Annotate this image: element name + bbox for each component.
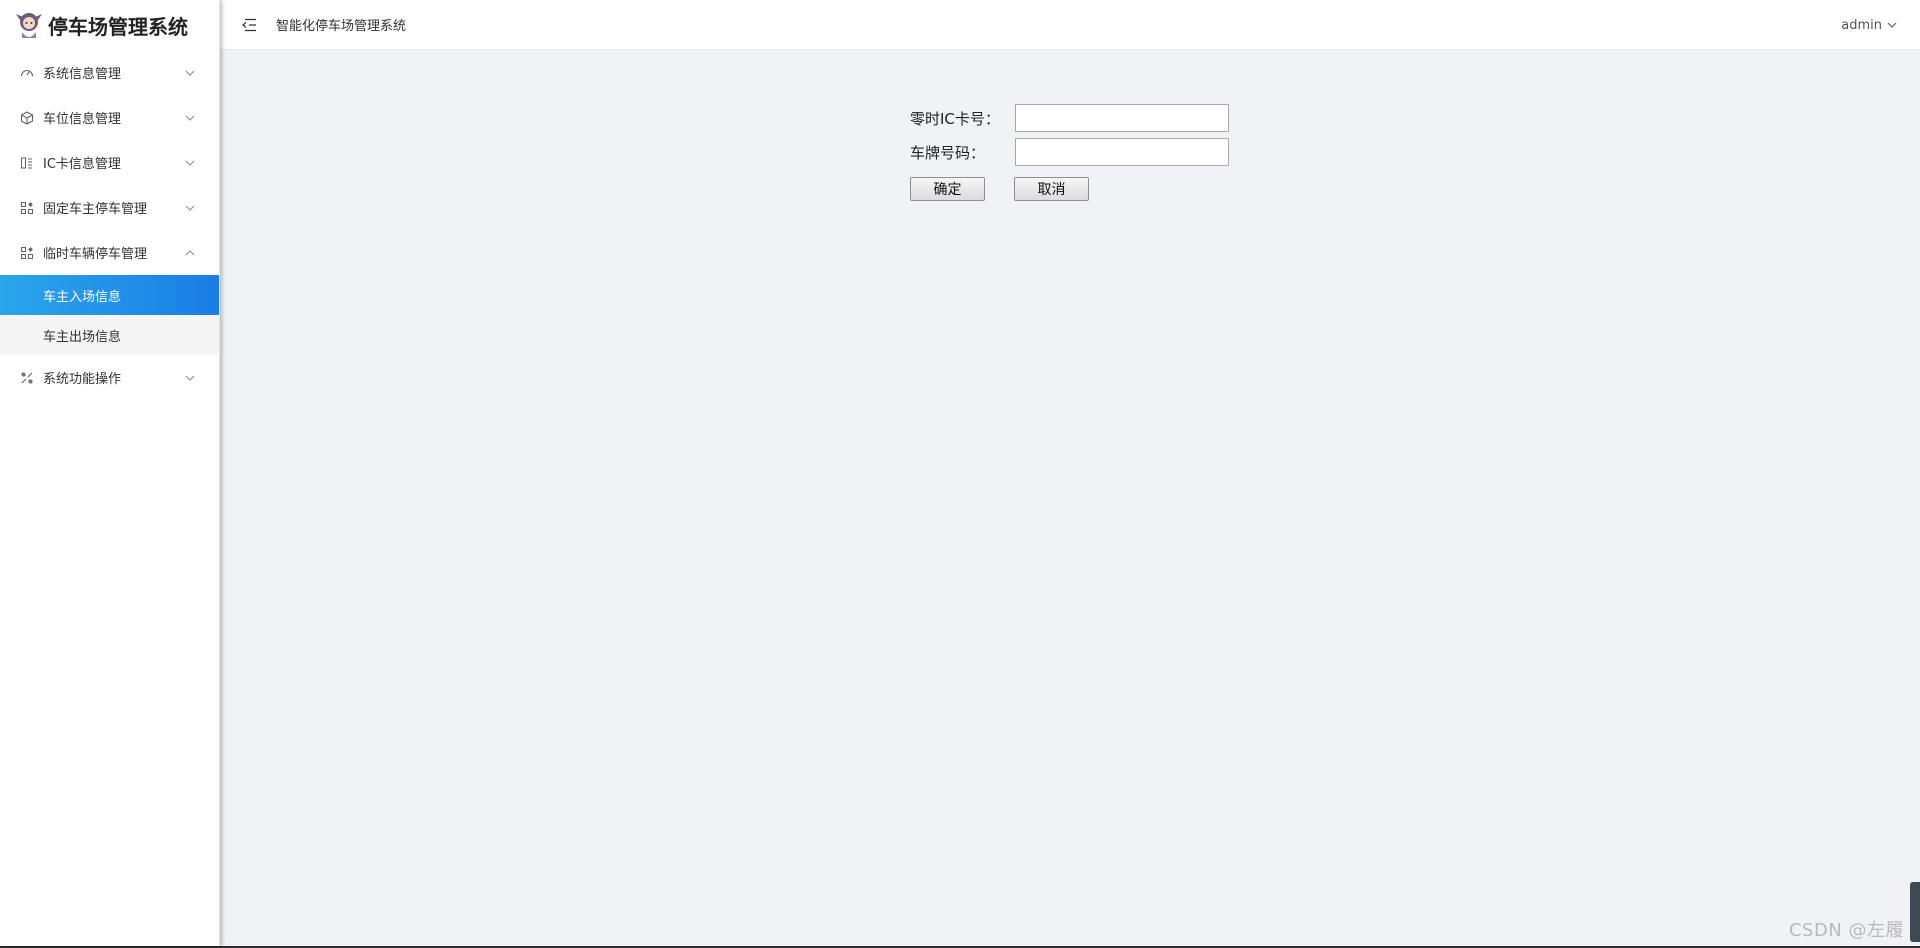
cancel-button[interactable]: 取消: [1014, 177, 1089, 201]
chevron-up-icon: [183, 246, 197, 260]
grid-icon: [20, 201, 34, 215]
app-root: 停车场管理系统 系统信息管理 车位信息管理 IC卡信息管理 固定车主停车管理 临…: [0, 0, 1920, 948]
edge-widget: [1910, 882, 1920, 942]
plate-label: 车牌号码：: [910, 143, 986, 162]
confirm-button[interactable]: 确定: [910, 177, 985, 201]
chevron-down-icon: [183, 201, 197, 215]
box-icon: [20, 110, 34, 125]
chevron-down-icon: [183, 66, 197, 80]
logo-avatar-icon: [16, 13, 42, 38]
menu-collapse-icon[interactable]: [240, 16, 258, 34]
plate-input[interactable]: [1015, 138, 1229, 166]
sidebar-item-system-functions[interactable]: 系统功能操作: [0, 355, 219, 400]
sidebar-item-label: 系统信息管理: [43, 67, 122, 82]
sidebar-item-label: 临时车辆停车管理: [43, 247, 148, 262]
sidebar-menu: 系统信息管理 车位信息管理 IC卡信息管理 固定车主停车管理 临时车辆停车管理 …: [0, 50, 219, 400]
tools-icon: [20, 371, 34, 385]
card-icon: [20, 156, 34, 170]
sidebar-item-label: 固定车主停车管理: [43, 202, 148, 217]
ic-card-label: 零时IC卡号：: [910, 109, 1000, 128]
ic-card-row: 零时IC卡号：: [910, 103, 1229, 133]
ic-card-input[interactable]: [1015, 104, 1229, 132]
user-dropdown[interactable]: admin: [1841, 0, 1898, 50]
submenu-temp-vehicle: 车主入场信息 车主出场信息: [0, 275, 219, 355]
chevron-down-icon: [183, 111, 197, 125]
grid-icon: [20, 246, 34, 260]
sidebar-item-parking-space[interactable]: 车位信息管理: [0, 95, 219, 140]
chevron-down-icon: [183, 371, 197, 385]
header-title: 智能化停车场管理系统: [276, 19, 407, 34]
dashboard-icon: [20, 66, 34, 80]
sidebar-item-ic-card[interactable]: IC卡信息管理: [0, 140, 219, 185]
entry-form: 零时IC卡号： 车牌号码： 确定 取消: [910, 103, 1229, 201]
plate-row: 车牌号码：: [910, 137, 1229, 167]
top-header: 智能化停车场管理系统 admin: [220, 0, 1920, 50]
chevron-down-icon: [183, 156, 197, 170]
watermark: CSDN @左履: [1788, 920, 1904, 941]
sidebar: 停车场管理系统 系统信息管理 车位信息管理 IC卡信息管理 固定车主停车管理 临…: [0, 0, 220, 946]
sidebar-item-system-info[interactable]: 系统信息管理: [0, 50, 219, 95]
chevron-down-icon: [1886, 19, 1898, 31]
form-buttons: 确定 取消: [910, 177, 1229, 201]
sidebar-item-label: 车位信息管理: [43, 112, 122, 127]
sidebar-item-label: IC卡信息管理: [43, 157, 121, 172]
logo[interactable]: 停车场管理系统: [0, 0, 219, 50]
sidebar-item-temp-vehicle-parking[interactable]: 临时车辆停车管理: [0, 230, 219, 275]
logo-text: 停车场管理系统: [48, 14, 188, 39]
sidebar-item-label: 系统功能操作: [43, 372, 122, 387]
user-name: admin: [1841, 17, 1882, 33]
sidebar-subitem-owner-exit[interactable]: 车主出场信息: [0, 315, 219, 355]
sidebar-subitem-owner-entry[interactable]: 车主入场信息: [0, 275, 219, 315]
sidebar-item-fixed-owner-parking[interactable]: 固定车主停车管理: [0, 185, 219, 230]
